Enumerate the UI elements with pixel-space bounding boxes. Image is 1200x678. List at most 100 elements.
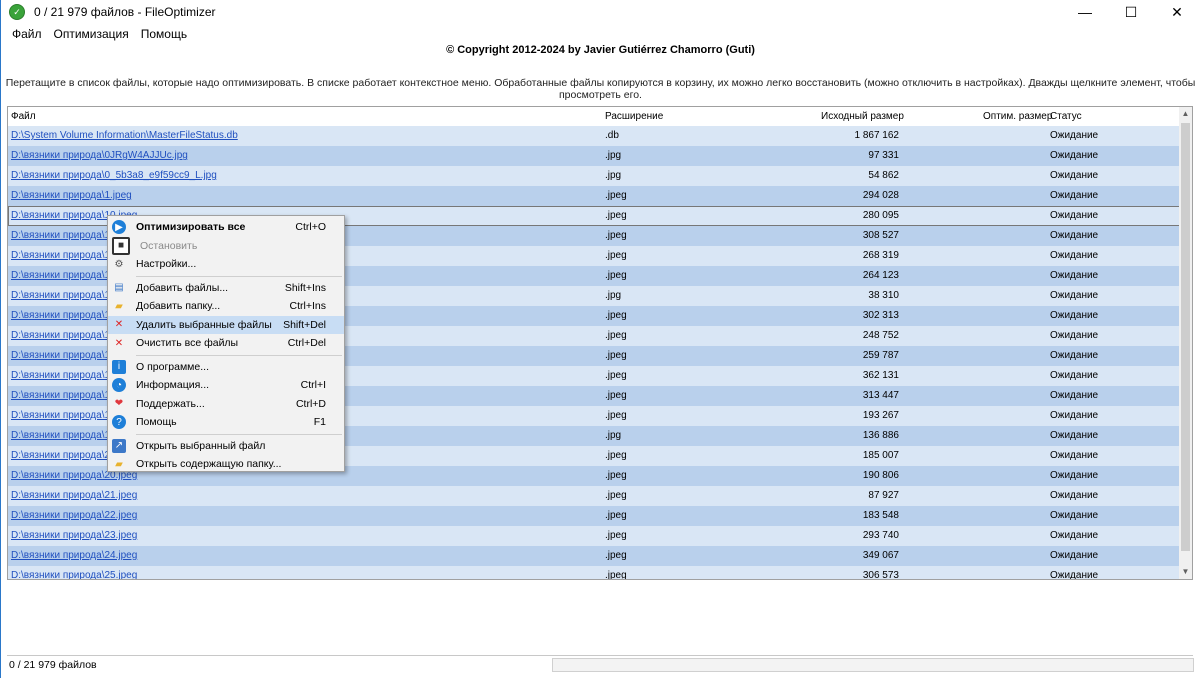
table-row[interactable]: D:\вязники природа\25.jpeg .jpeg 306 573 Ож… — [8, 566, 1180, 580]
status-text: Ожидание — [1050, 530, 1099, 541]
status-text: Ожидание — [1050, 310, 1099, 321]
context-menu-item[interactable]: ▰ Открыть содержащую папку... — [108, 455, 344, 474]
original-size: 183 548 — [862, 510, 899, 521]
context-menu-item[interactable]: ▰ Добавить папку... Ctrl+Ins — [108, 297, 344, 316]
context-menu-item[interactable]: i О программе... — [108, 358, 344, 377]
file-extension: .jpeg — [605, 210, 627, 221]
column-file[interactable]: Файл — [11, 111, 36, 122]
status-text: Ожидание — [1050, 550, 1099, 561]
file-extension: .jpeg — [605, 350, 627, 361]
scroll-up-icon[interactable]: ▲ — [1179, 107, 1192, 121]
table-row[interactable]: D:\вязники природа\0JRgW4AJJUc.jpg .jpg 97… — [8, 146, 1180, 166]
column-status[interactable]: Статус — [1050, 111, 1082, 122]
status-text: Ожидание — [1050, 290, 1099, 301]
status-text: Ожидание — [1050, 350, 1099, 361]
original-size: 248 752 — [862, 330, 899, 341]
status-text: Ожидание — [1050, 230, 1099, 241]
file-list-header: Файл Расширение Исходный размер Оптим. р… — [8, 107, 1180, 126]
file-extension: .jpg — [605, 150, 622, 161]
context-menu-item[interactable]: ✕ Удалить выбранные файлы Shift+Del — [108, 315, 344, 334]
context-menu-item[interactable]: ↗ Открыть выбранный файл — [108, 437, 344, 456]
original-size: 190 806 — [862, 470, 899, 481]
red-x-icon: ✕ — [114, 337, 124, 349]
title-bar[interactable]: ✓ 0 / 21 979 файлов - FileOptimizer — ☐ … — [1, 0, 1200, 24]
chart-icon: ◔ — [112, 378, 126, 393]
open-folder-icon: ▰ — [115, 458, 123, 470]
table-row[interactable]: D:\вязники природа\1.jpeg .jpeg 294 028 Ожи… — [8, 186, 1180, 206]
menu-item-label: О программе... — [136, 360, 209, 373]
menu-item-shortcut: Ctrl+D — [295, 397, 326, 410]
original-size: 87 927 — [868, 490, 899, 501]
status-text: Ожидание — [1050, 130, 1099, 141]
status-text: Ожидание — [1050, 250, 1099, 261]
original-size: 306 573 — [862, 570, 899, 580]
scroll-thumb[interactable] — [1181, 123, 1190, 551]
status-text: Ожидание — [1050, 430, 1099, 441]
original-size: 38 310 — [868, 290, 899, 301]
file-path-link[interactable]: D:\вязники природа\24.jpeg — [11, 550, 137, 561]
column-original-size[interactable]: Исходный размер — [821, 111, 904, 122]
menu-optimization[interactable]: Оптимизация — [48, 27, 135, 41]
table-row[interactable]: D:\вязники природа\22.jpeg .jpeg 183 548 Ож… — [8, 506, 1180, 526]
menu-help[interactable]: Помощь — [135, 27, 193, 41]
file-extension: .jpeg — [605, 570, 627, 580]
status-text: Ожидание — [1050, 370, 1099, 381]
menu-separator — [136, 354, 342, 356]
copyright-text: © Copyright 2012-2024 by Javier Gutiérre… — [446, 44, 755, 56]
menu-item-label: Открыть содержащую папку... — [136, 458, 282, 471]
context-menu-item[interactable]: ? Помощь F1 — [108, 413, 344, 432]
context-menu-item[interactable]: ◔ Информация... Ctrl+I — [108, 376, 344, 395]
red-x-icon: ✕ — [114, 319, 124, 331]
menu-item-shortcut: Shift+Del — [283, 318, 326, 331]
maximize-button[interactable]: ☐ — [1108, 0, 1154, 24]
original-size: 185 007 — [862, 450, 899, 461]
status-text: Ожидание — [1050, 510, 1099, 521]
table-row[interactable]: D:\вязники природа\21.jpeg .jpeg 87 927 Ожи… — [8, 486, 1180, 506]
close-button[interactable]: ✕ — [1154, 0, 1200, 24]
context-menu-item[interactable]: ⚙ Настройки... — [108, 255, 344, 274]
original-size: 264 123 — [862, 270, 899, 281]
menu-separator — [136, 433, 342, 435]
scroll-down-icon[interactable]: ▼ — [1179, 565, 1192, 579]
file-path-link[interactable]: D:\вязники природа\0_5b3a8_e9f59cc9_L.jp… — [11, 170, 217, 181]
status-text: Ожидание — [1050, 330, 1099, 341]
file-path-link[interactable]: D:\вязники природа\25.jpeg — [11, 570, 137, 579]
progress-bar — [552, 658, 1194, 672]
stop-icon: ■ — [112, 236, 130, 255]
menu-item-label: Остановить — [140, 239, 198, 252]
column-optimized-size[interactable]: Оптим. размер — [983, 111, 1052, 122]
menu-item-shortcut: Ctrl+O — [295, 221, 326, 234]
file-path-link[interactable]: D:\System Volume Information\MasterFileS… — [11, 130, 238, 141]
context-menu-item[interactable]: ▶ Оптимизировать все Ctrl+O — [108, 218, 344, 237]
context-menu-item[interactable]: ▤ Добавить файлы... Shift+Ins — [108, 279, 344, 298]
file-path-link[interactable]: D:\вязники природа\23.jpeg — [11, 530, 137, 541]
column-extension[interactable]: Расширение — [605, 111, 663, 122]
file-path-link[interactable]: D:\вязники природа\0JRgW4AJJUc.jpg — [11, 150, 188, 161]
file-extension: .jpeg — [605, 250, 627, 261]
file-extension: .jpeg — [605, 410, 627, 421]
menu-item-shortcut: Shift+Ins — [284, 281, 326, 294]
menu-file[interactable]: Файл — [6, 27, 48, 41]
file-path-link[interactable]: D:\вязники природа\22.jpeg — [11, 510, 137, 521]
original-size: 302 313 — [862, 310, 899, 321]
add-folder-icon: ▰ — [115, 300, 123, 312]
context-menu-item[interactable]: ✕ Очистить все файлы Ctrl+Del — [108, 334, 344, 353]
minimize-button[interactable]: — — [1062, 0, 1108, 24]
status-file-count: 0 / 21 979 файлов — [9, 659, 97, 671]
original-size: 280 095 — [862, 210, 899, 221]
heart-icon: ❤ — [114, 398, 124, 410]
context-menu-item[interactable]: ■ Остановить — [108, 236, 344, 256]
table-row[interactable]: D:\вязники природа\23.jpeg .jpeg 293 740 Ож… — [8, 526, 1180, 546]
file-extension: .jpg — [605, 170, 622, 181]
file-path-link[interactable]: D:\вязники природа\1.jpeg — [11, 190, 132, 201]
help-icon: ? — [112, 415, 126, 430]
info-icon: i — [112, 359, 126, 374]
file-path-link[interactable]: D:\вязники природа\21.jpeg — [11, 490, 137, 501]
vertical-scrollbar[interactable]: ▲ ▼ — [1179, 107, 1192, 579]
menu-item-label: Открыть выбранный файл — [136, 439, 266, 452]
context-menu-item[interactable]: ❤ Поддержать... Ctrl+D — [108, 395, 344, 414]
table-row[interactable]: D:\вязники природа\0_5b3a8_e9f59cc9_L.jp… — [8, 166, 1180, 186]
table-row[interactable]: D:\вязники природа\24.jpeg .jpeg 349 067 Ож… — [8, 546, 1180, 566]
status-text: Ожидание — [1050, 170, 1099, 181]
table-row[interactable]: D:\System Volume Information\MasterFileS… — [8, 126, 1180, 146]
